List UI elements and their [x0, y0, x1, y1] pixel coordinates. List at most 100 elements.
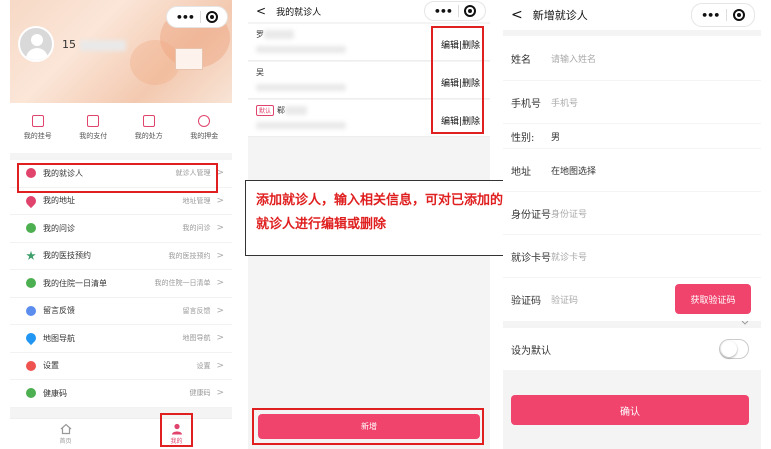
house-decoration	[175, 48, 203, 70]
avatar[interactable]	[18, 26, 54, 62]
quick-deposit[interactable]: 我的押金	[177, 103, 233, 153]
card-number-field[interactable]: 就诊卡号 就诊卡号	[503, 235, 761, 277]
chevron-right-icon: >	[216, 223, 224, 234]
menu-item-consult[interactable]: 我的问诊 我的问诊 >	[10, 215, 232, 243]
close-miniprogram-icon[interactable]	[464, 5, 477, 17]
code-input[interactable]: 验证码	[551, 293, 578, 306]
capsule-divider	[457, 5, 459, 17]
menu-item-label: 我的地址	[43, 196, 75, 206]
patient-name: 罗	[256, 29, 294, 40]
menu-item-hint: 健康码	[189, 389, 211, 398]
menu-item-hint: 我的医技预约	[168, 251, 211, 260]
phone-input[interactable]: 手机号	[551, 96, 578, 109]
field-label: 验证码	[511, 296, 541, 307]
menu-item-hint: 留言反馈	[182, 306, 211, 315]
health-code-icon	[26, 388, 36, 399]
mini-program-capsule: •••	[166, 6, 228, 28]
prescription-icon	[142, 115, 155, 127]
quick-label: 我的支付	[79, 132, 108, 140]
back-icon[interactable]: <	[256, 4, 266, 18]
menu-item-health-code[interactable]: 健康码 健康码 >	[10, 380, 232, 408]
capsule-divider	[725, 9, 727, 21]
name-field[interactable]: 姓名 请输入姓名	[503, 36, 761, 80]
menu-item-feedback[interactable]: 留言反馈 留言反馈 >	[10, 298, 232, 325]
patient-info-blurred	[256, 122, 346, 129]
settings-icon	[26, 360, 36, 371]
tree-decoration	[130, 40, 180, 85]
menu-item-hint: 设置	[196, 361, 211, 370]
name-input[interactable]: 请输入姓名	[551, 52, 596, 65]
menu-item-settings[interactable]: 设置 设置 >	[10, 353, 232, 380]
highlight-box	[431, 26, 484, 134]
field-label: 地址	[511, 166, 531, 178]
chevron-right-icon: >	[216, 278, 224, 289]
more-icon[interactable]: •••	[701, 9, 720, 22]
more-icon[interactable]: •••	[434, 5, 453, 18]
patient-name: 吴	[256, 67, 264, 78]
address-picker[interactable]: 在地图选择	[551, 164, 596, 177]
back-icon[interactable]: <	[511, 7, 523, 23]
address-field[interactable]: 地址 在地图选择	[503, 149, 761, 325]
username: 15	[62, 38, 126, 51]
quick-label: 我的押金	[190, 132, 219, 140]
mine-page: ••• 15 我的挂号 我的支付 我的处方 我的押金 我的就诊人 就诊人管理 >…	[10, 0, 232, 449]
patient-name-blurred	[285, 106, 308, 115]
home-icon	[60, 423, 71, 435]
menu-item-map[interactable]: 地图导航 地图导航 >	[10, 325, 232, 353]
close-miniprogram-icon[interactable]	[732, 9, 745, 21]
menu-item-label: 健康码	[43, 388, 67, 398]
quick-prescription[interactable]: 我的处方	[121, 103, 177, 153]
more-icon[interactable]: •••	[176, 11, 195, 24]
menu-item-inpatient-list[interactable]: 我的住院一日清单 我的住院一日清单 >	[10, 270, 232, 298]
id-number-input[interactable]: 身份证号	[551, 207, 587, 220]
quick-payment[interactable]: 我的支付	[66, 103, 122, 153]
gender-value[interactable]: 男	[551, 130, 560, 143]
chat-icon	[26, 278, 36, 289]
field-label: 设为默认	[511, 345, 551, 357]
patient-info-blurred	[256, 84, 346, 91]
tab-home[interactable]: 首页	[10, 419, 121, 449]
field-label: 姓名	[511, 54, 531, 66]
get-code-button[interactable]: 获取验证码	[675, 284, 751, 314]
registration-icon	[31, 115, 44, 127]
quick-registration[interactable]: 我的挂号	[10, 103, 66, 153]
deposit-icon	[198, 115, 211, 127]
callout-text: 添加就诊人，输入相关信息，可对已添加的就诊人进行编辑或删除	[256, 193, 504, 232]
mini-program-capsule: •••	[691, 3, 755, 27]
quick-label: 我的挂号	[23, 132, 52, 140]
menu-item-label: 设置	[43, 361, 59, 371]
close-miniprogram-icon[interactable]	[206, 11, 219, 23]
confirm-button[interactable]: 确认	[511, 395, 749, 425]
phone-field[interactable]: 手机号 手机号	[503, 81, 761, 123]
gender-field[interactable]: 性别: 男	[503, 124, 761, 148]
patient-info-blurred	[256, 46, 346, 53]
field-label: 就诊卡号	[511, 252, 551, 264]
field-label: 性别:	[511, 132, 535, 144]
menu-item-label: 我的医技预约	[43, 251, 91, 261]
capsule-divider	[199, 11, 201, 23]
id-number-field[interactable]: 身份证号 身份证号	[503, 192, 761, 234]
location-icon	[23, 193, 39, 208]
patient-name-blurred	[264, 30, 294, 39]
username-blurred	[79, 39, 126, 51]
menu-item-hint: 地图导航	[182, 334, 211, 343]
annotation-callout: 添加就诊人，输入相关信息，可对已添加的就诊人进行编辑或删除	[245, 180, 518, 256]
highlight-box	[17, 163, 218, 193]
chevron-right-icon: >	[216, 305, 224, 316]
highlight-box	[160, 413, 193, 447]
mine-menu: 我的就诊人 就诊人管理 > 我的地址 地址管理 > 我的问诊 我的问诊 > 我的…	[10, 160, 232, 408]
chevron-right-icon: >	[216, 388, 224, 399]
set-default-toggle[interactable]	[719, 339, 749, 359]
feedback-icon	[26, 305, 36, 316]
patient-name-text: 郗	[277, 106, 286, 115]
default-badge: 默认	[256, 105, 275, 116]
card-number-input[interactable]: 就诊卡号	[551, 250, 587, 263]
username-prefix: 15	[62, 38, 76, 51]
star-icon	[26, 250, 36, 260]
menu-item-hint: 我的住院一日清单	[154, 279, 211, 288]
menu-item-label: 我的问诊	[43, 223, 75, 233]
page-title: 我的就诊人	[276, 7, 322, 18]
menu-item-tech-appointment[interactable]: 我的医技预约 我的医技预约 >	[10, 243, 232, 270]
menu-item-label: 我的住院一日清单	[43, 278, 107, 288]
field-label: 手机号	[511, 98, 541, 110]
